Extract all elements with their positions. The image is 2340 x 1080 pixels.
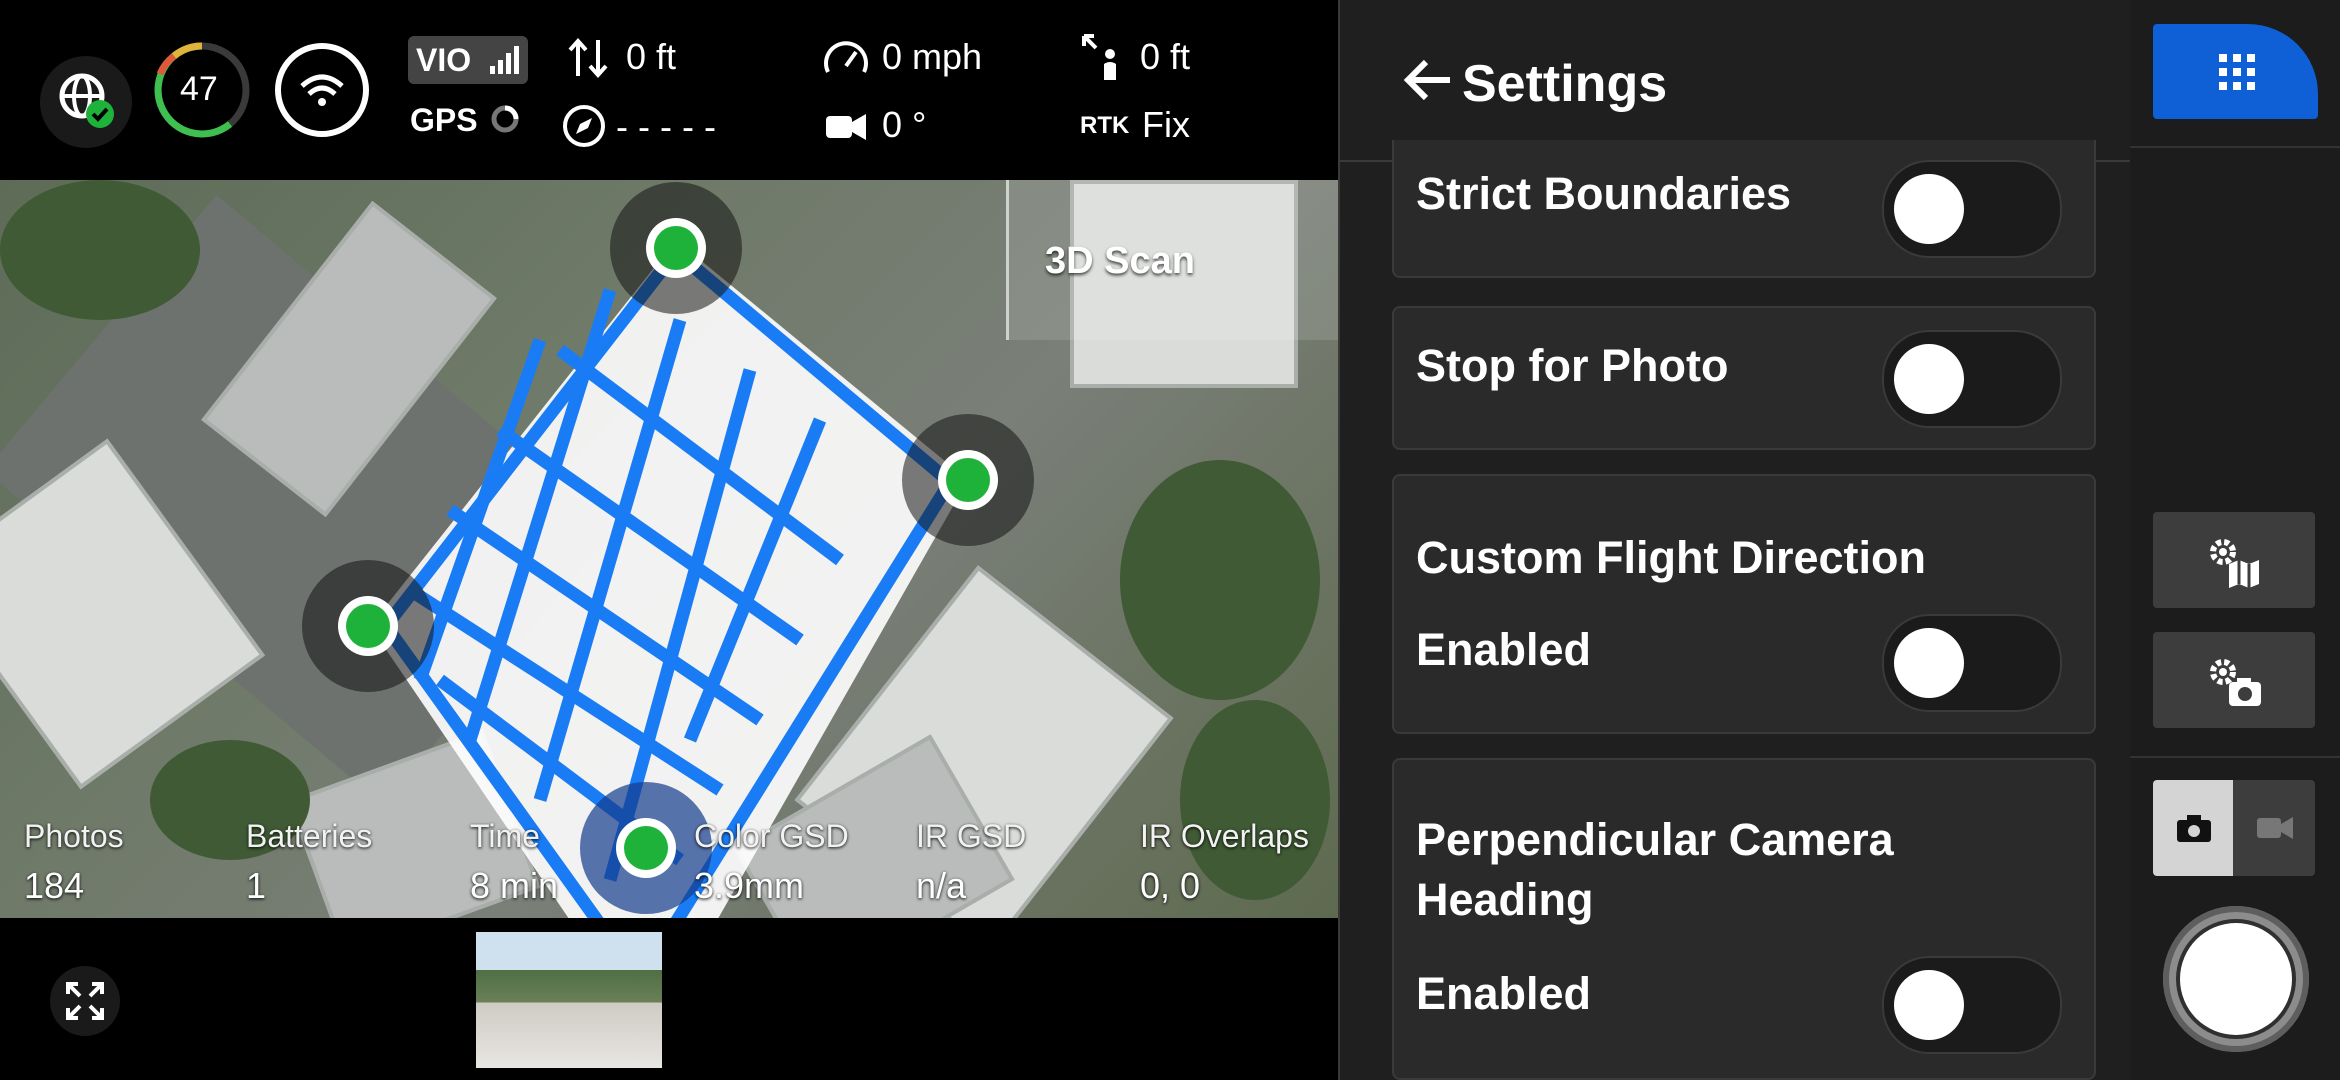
rtk-label: RTK xyxy=(1080,112,1130,139)
setting-title: Strict Boundaries xyxy=(1416,168,1792,219)
toggle-perpendicular-camera-heading[interactable] xyxy=(1882,956,2062,1054)
toggle-stop-for-photo[interactable] xyxy=(1882,330,2062,428)
globe-check-icon[interactable] xyxy=(36,52,136,152)
toggle-knob xyxy=(1894,628,1964,698)
flight-route-overlay[interactable] xyxy=(0,180,1338,918)
camera-settings-button[interactable] xyxy=(2153,632,2315,728)
setting-title: Perpendicular Camera Heading xyxy=(1416,814,1894,925)
stat-value-batteries: 1 xyxy=(246,865,267,906)
stat-value-color-gsd: 3.9mm xyxy=(694,865,805,906)
stat-value-ir-gsd: n/a xyxy=(916,865,967,906)
toggle-knob xyxy=(1894,344,1964,414)
vio-label: VIO xyxy=(416,42,472,78)
map-settings-button[interactable] xyxy=(2153,512,2315,608)
camera-angle-value: 0 ° xyxy=(882,104,927,145)
toggle-knob xyxy=(1894,174,1964,244)
stat-label-photos: Photos xyxy=(24,818,124,854)
gps-label: GPS xyxy=(410,102,478,138)
camera-settings-icon xyxy=(2205,654,2265,708)
camera-preview-thumbnail[interactable] xyxy=(476,932,662,1068)
compass-icon xyxy=(562,104,606,148)
stat-label-color-gsd: Color GSD xyxy=(694,818,849,854)
back-arrow-icon[interactable] xyxy=(1400,52,1456,108)
setting-card-perpendicular-camera-heading: Perpendicular Camera Heading Enabled xyxy=(1392,758,2096,1080)
fullscreen-icon[interactable] xyxy=(50,966,120,1036)
setting-card-stop-for-photo: Stop for Photo xyxy=(1392,306,2096,450)
map-settings-icon xyxy=(2205,534,2265,588)
height-value: 0 ft xyxy=(1140,36,1191,77)
speed-value: 0 mph xyxy=(882,36,983,77)
camera-icon xyxy=(2175,812,2213,844)
heading-value: - - - - - xyxy=(616,106,716,147)
setting-title: Stop for Photo xyxy=(1416,340,1729,391)
stat-label-batteries: Batteries xyxy=(246,818,373,854)
stat-label-ir-overlaps: IR Overlaps xyxy=(1140,818,1309,854)
rail-divider xyxy=(2130,756,2340,758)
vertical-speed: 0 ft xyxy=(626,36,677,77)
height-icon xyxy=(1080,32,1126,82)
stat-value-ir-overlaps: 0, 0 xyxy=(1140,865,1201,906)
speedometer-icon xyxy=(822,36,870,80)
signal-bars-icon xyxy=(488,44,522,76)
setting-title: Custom Flight Direction xyxy=(1416,532,1926,583)
battery-percent: 47 xyxy=(180,70,218,108)
gps-spinner-icon xyxy=(490,104,520,134)
toggle-knob xyxy=(1894,970,1964,1040)
rail-divider xyxy=(2130,146,2340,148)
setting-subtitle: Enabled xyxy=(1416,968,1592,1019)
satellite-map[interactable]: 3D Scan Photos 184 Batteries 1 Time 8 mi… xyxy=(0,180,1338,918)
stat-label-ir-gsd: IR GSD xyxy=(916,818,1027,854)
settings-header: Settings xyxy=(1340,0,2132,162)
settings-panel: Settings Strict Boundaries Stop for Phot… xyxy=(1338,0,2132,1080)
stat-label-time: Time xyxy=(470,818,540,854)
settings-title: Settings xyxy=(1462,55,1668,113)
toggle-custom-flight-direction[interactable] xyxy=(1882,614,2062,712)
photo-mode-toggle[interactable] xyxy=(2153,780,2233,876)
video-mode-toggle[interactable] xyxy=(2233,780,2315,876)
grid-apps-icon xyxy=(2217,52,2257,92)
rtk-status: Fix xyxy=(1142,104,1190,145)
vertical-arrows-icon xyxy=(566,36,610,80)
video-icon xyxy=(2255,812,2295,844)
camera-angle-icon xyxy=(822,104,870,148)
setting-card-custom-flight-direction: Custom Flight Direction Enabled xyxy=(1392,474,2096,734)
status-bar: 47 VIO GPS 0 ft - - - - - 0 mph 0 ° 0 ft… xyxy=(0,0,1338,180)
setting-subtitle: Enabled xyxy=(1416,624,1592,675)
bottom-strip xyxy=(0,918,1338,1080)
shutter-button[interactable] xyxy=(2180,923,2292,1035)
stat-value-photos: 184 xyxy=(24,865,85,906)
wifi-icon[interactable] xyxy=(272,40,372,140)
toggle-strict-boundaries[interactable] xyxy=(1882,160,2062,258)
setting-card-strict-boundaries: Strict Boundaries xyxy=(1392,140,2096,278)
stat-value-time: 8 min xyxy=(470,865,559,906)
